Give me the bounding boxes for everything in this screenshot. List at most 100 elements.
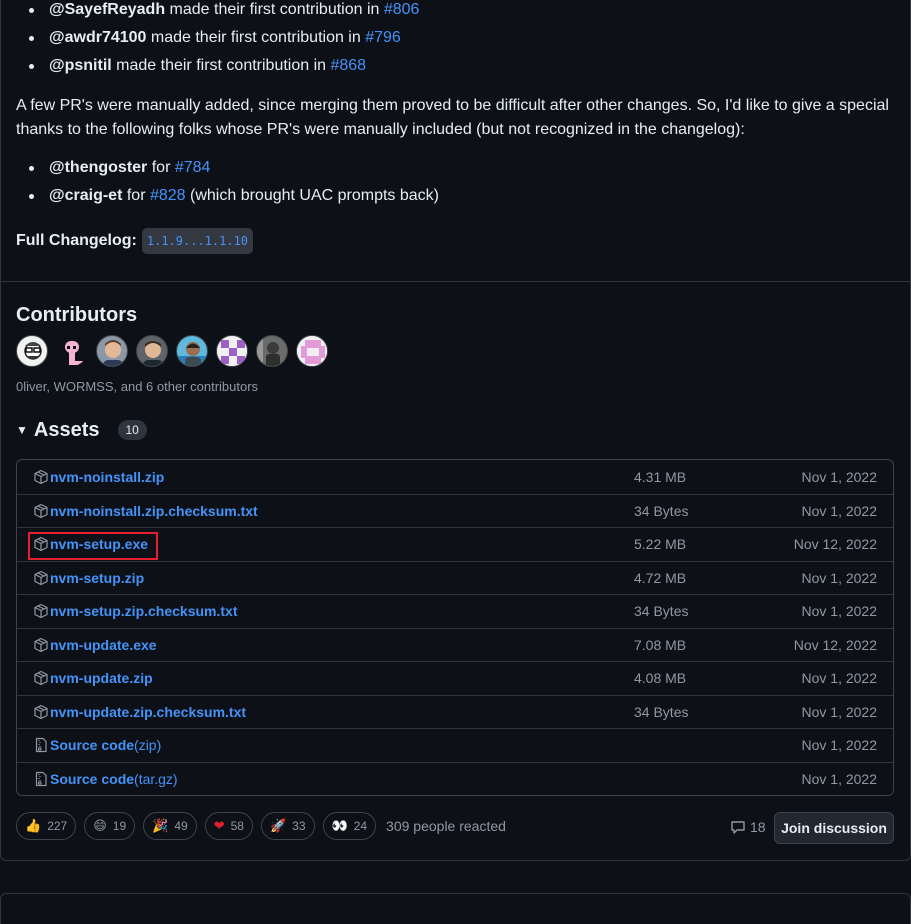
full-changelog: Full Changelog: 1.1.9...1.1.10: [16, 228, 254, 254]
asset-name: nvm-setup.zip.checksum.txt: [33, 603, 238, 619]
list-item: @awdr74100 made their first contribution…: [16, 28, 419, 56]
asset-link[interactable]: Source code: [50, 771, 134, 787]
asset-row: nvm-setup.zip 4.72 MB Nov 1, 2022: [17, 560, 893, 595]
rocket-icon: 🚀: [269, 818, 287, 833]
asset-name: nvm-noinstall.zip: [33, 469, 164, 485]
people-reacted-text: 309 people reacted: [386, 818, 506, 834]
asset-link[interactable]: nvm-update.zip.checksum.txt: [50, 704, 246, 720]
avatar[interactable]: [16, 335, 48, 367]
pr-link[interactable]: #784: [175, 159, 211, 176]
asset-link[interactable]: Source code: [50, 737, 134, 753]
asset-row: Source code (tar.gz) Nov 1, 2022: [17, 761, 893, 796]
list-item: @thengoster for #784: [16, 158, 439, 186]
asset-date: Nov 1, 2022: [801, 670, 878, 687]
asset-row: nvm-update.zip.checksum.txt 34 Bytes Nov 1…: [17, 694, 893, 729]
reaction-button[interactable]: 🎉 49: [143, 812, 197, 840]
reaction-button[interactable]: 👀 24: [322, 812, 377, 840]
asset-link[interactable]: nvm-noinstall.zip.checksum.txt: [50, 503, 258, 519]
user-link[interactable]: @craig-et: [49, 187, 122, 204]
avatar[interactable]: [296, 335, 328, 367]
asset-row: nvm-noinstall.zip.checksum.txt 34 Bytes No…: [17, 493, 893, 528]
comment-count-value: 18: [750, 819, 766, 835]
asset-date: Nov 12, 2022: [793, 636, 877, 653]
asset-link[interactable]: nvm-update.exe: [50, 637, 157, 653]
asset-suffix: (zip): [134, 737, 162, 754]
avatar[interactable]: [216, 335, 248, 367]
asset-name: Source code (zip): [33, 737, 161, 753]
user-link[interactable]: @psnitil: [49, 57, 112, 74]
asset-date: Nov 1, 2022: [801, 502, 878, 519]
avatar[interactable]: [136, 335, 168, 367]
asset-link[interactable]: nvm-update.zip: [50, 670, 153, 686]
asset-link[interactable]: nvm-setup.zip: [50, 570, 144, 586]
avatar[interactable]: [96, 335, 128, 367]
asset-name: nvm-update.zip.checksum.txt: [33, 704, 246, 720]
asset-size: 34 Bytes: [634, 603, 689, 620]
assets-toggle[interactable]: ▼ Assets 10: [16, 417, 147, 443]
contribution-text: made their first contribution in: [165, 1, 384, 18]
user-link[interactable]: @thengoster: [49, 159, 147, 176]
heart-icon: ❤: [213, 818, 225, 833]
assets-heading: Assets: [33, 418, 100, 441]
reactions-bar: 👍 227 😄 19 🎉 49 ❤ 58 🚀 33 👀 24 309 people reacted: [16, 812, 506, 840]
avatar[interactable]: [56, 335, 88, 367]
asset-size: 34 Bytes: [634, 703, 689, 720]
list-item: @SayefReyadh made their first contributi…: [16, 0, 419, 28]
asset-name: nvm-noinstall.zip.checksum.txt: [33, 503, 258, 519]
asset-row: nvm-noinstall.zip 4.31 MB Nov 1, 2022: [17, 460, 893, 494]
list-item: @psnitil made their first contribution i…: [16, 56, 419, 84]
contributors-heading: Contributors: [16, 304, 138, 326]
contribution-text: made their first contribution in: [146, 29, 366, 46]
asset-size: 4.08 MB: [634, 670, 687, 687]
pr-link[interactable]: #806: [384, 1, 420, 18]
asset-link[interactable]: nvm-setup.zip.checksum.txt: [50, 603, 238, 619]
package-icon: [33, 570, 50, 586]
contributors-summary: 0liver, WORMSS, and 6 other contributors: [16, 379, 259, 394]
asset-date: Nov 12, 2022: [793, 536, 877, 553]
full-changelog-label: Full Changelog:: [16, 232, 137, 249]
reaction-count: 49: [174, 819, 188, 833]
asset-name: nvm-update.exe: [33, 637, 157, 653]
avatar[interactable]: [176, 335, 208, 367]
avatar[interactable]: [256, 335, 288, 367]
next-release-card: [0, 893, 911, 924]
asset-size: 5.22 MB: [634, 536, 687, 553]
pr-prefix-text: for: [122, 187, 150, 204]
highlight-box: [28, 532, 158, 560]
package-icon: [33, 469, 50, 485]
contributors-avatars: [16, 335, 328, 367]
pr-link[interactable]: #868: [330, 57, 366, 74]
reaction-button[interactable]: 😄 19: [84, 812, 136, 840]
list-item: @craig-et for #828 (which brought UAC pr…: [16, 186, 439, 214]
package-icon: [33, 704, 50, 720]
reaction-count: 33: [292, 819, 306, 833]
manual-prs-list: @thengoster for #784 @craig-et for #828 …: [16, 158, 439, 214]
package-icon: [33, 670, 50, 686]
asset-row: Source code (zip) Nov 1, 2022: [17, 728, 893, 762]
reaction-button[interactable]: 👍 227: [16, 812, 77, 840]
asset-size: 7.08 MB: [634, 636, 687, 653]
asset-size: 4.72 MB: [634, 569, 687, 586]
asset-link[interactable]: nvm-noinstall.zip: [50, 469, 164, 485]
join-discussion-button[interactable]: Join discussion: [774, 812, 894, 844]
reaction-button[interactable]: 🚀 33: [260, 812, 315, 840]
assets-list: nvm-noinstall.zip 4.31 MB Nov 1, 2022 nvm-n…: [16, 459, 894, 796]
asset-date: Nov 1, 2022: [801, 603, 878, 620]
asset-row: nvm-setup.exe 5.22 MB Nov 12, 2022: [17, 527, 893, 561]
new-contributors-list: @SayefReyadh made their first contributi…: [16, 0, 419, 84]
asset-name: nvm-update.zip: [33, 670, 153, 686]
package-icon: [33, 603, 50, 619]
reaction-count: 19: [112, 819, 127, 833]
asset-name: Source code (tar.gz): [33, 771, 178, 787]
pr-link[interactable]: #828: [150, 187, 186, 204]
reaction-button[interactable]: ❤ 58: [204, 812, 253, 840]
comment-icon: [731, 821, 745, 834]
comment-count[interactable]: 18: [730, 819, 766, 835]
pr-link[interactable]: #796: [365, 29, 401, 46]
user-link[interactable]: @awdr74100: [49, 29, 146, 46]
divider: [0, 281, 911, 282]
changelog-compare-link[interactable]: 1.1.9...1.1.10: [141, 228, 254, 254]
eyes-icon: 👀: [331, 818, 348, 833]
user-link[interactable]: @SayefReyadh: [49, 1, 165, 18]
package-icon: [33, 637, 50, 653]
